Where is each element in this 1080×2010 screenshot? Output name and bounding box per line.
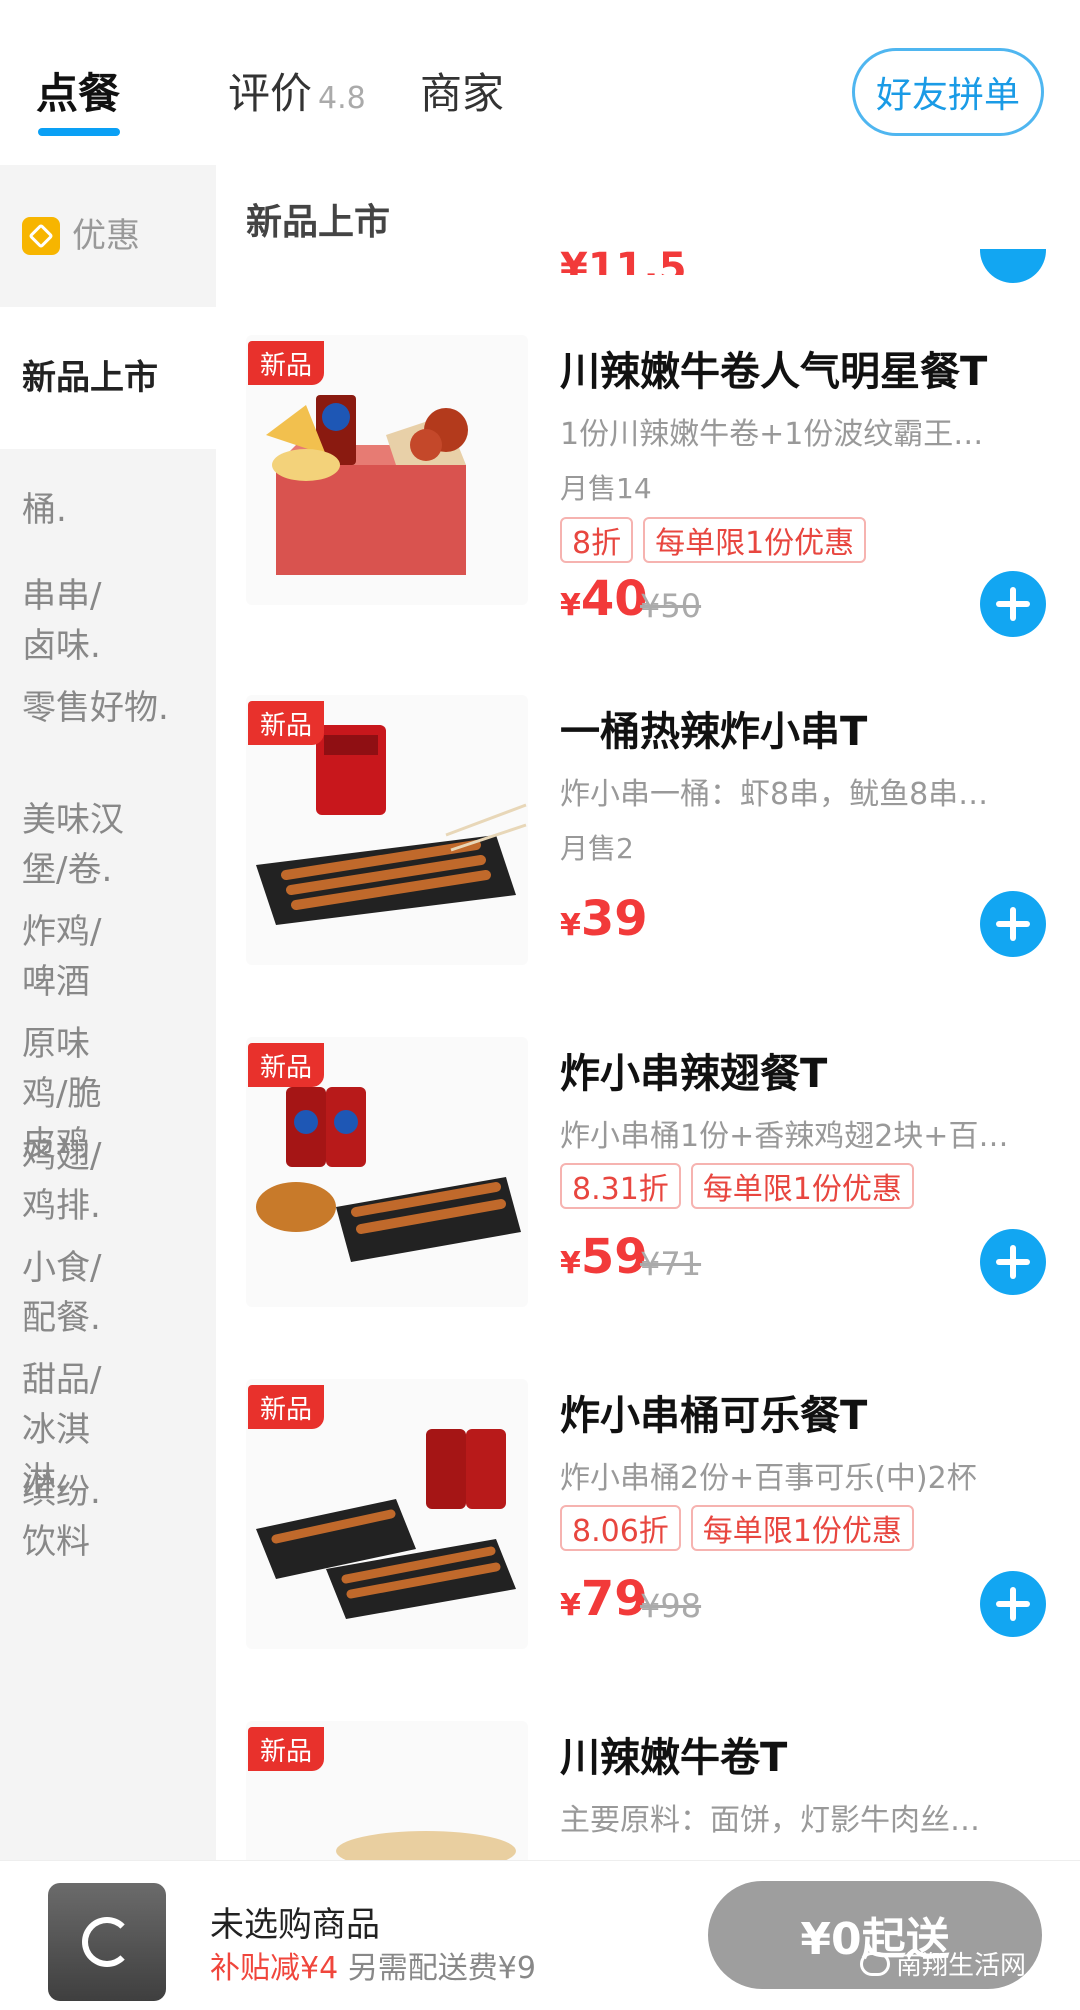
product-item[interactable]: 新品 炸小串辣翅餐T 炸小串桶1份+香辣鸡翅2块+百… 8.31折 每单限1份优… [216,1037,1080,1379]
sidebar-item-drinks[interactable]: 缤纷.饮料 [0,1457,150,1569]
product-list: 新品上市 ¥11.5 新品 川辣嫩牛卷人气明星餐T 1份川辣嫩牛卷+1份波纹霸王… [216,165,1080,1860]
product-item[interactable]: 新品 炸小串桶可乐餐T 炸小串桶2份+百事可乐(中)2杯 8.06折 每单限1份… [216,1379,1080,1721]
sidebar-item-burgers[interactable]: 美味汉堡/卷. [0,785,150,897]
add-to-cart-button[interactable] [980,1571,1046,1637]
product-description: 炸小串桶1份+香辣鸡翅2块+百… [560,1119,1009,1154]
new-badge: 新品 [248,701,324,745]
product-price: ¥79 [560,1571,648,1627]
group-order-button[interactable]: 好友拼单 [852,48,1044,136]
rating-score: 4.8 [318,81,366,116]
category-sidebar: 优惠 新品上市 桶. 串串/卤味. 零售好物. 美味汉堡/卷. 炸鸡/啤酒 原味… [0,165,216,1860]
tag-icon [22,217,60,255]
original-price: ¥98 [640,1587,702,1625]
new-badge: 新品 [248,1727,324,1771]
cart-status: 未选购商品 [210,1905,380,1945]
new-badge: 新品 [248,1385,324,1429]
discount-tag: 8.31折 [560,1163,681,1209]
sidebar-item-desserts[interactable]: 甜品/冰淇淋. [0,1345,150,1500]
tab-reviews[interactable]: 评价 4.8 [228,60,366,121]
monthly-sales: 月售14 [560,472,652,505]
product-name: 炸小串桶可乐餐T [560,1393,868,1439]
sidebar-item-original-chicken[interactable]: 原味鸡/脆皮鸡 [0,1009,150,1164]
sidebar-item-bucket[interactable]: 桶. [0,449,216,561]
product-item[interactable]: 新品 川辣嫩牛卷T 主要原料：面饼，灯影牛肉丝… [216,1721,1080,1860]
add-to-cart-button[interactable] [980,891,1046,957]
sidebar-item-retail[interactable]: 零售好物. [0,673,216,785]
previous-add-button[interactable] [980,249,1046,283]
sidebar-item-new-arrivals[interactable]: 新品上市 [0,307,216,449]
product-item[interactable]: 新品 一桶热辣炸小串T 炸小串一桶：虾8串，鱿鱼8串… 月售2 ¥39 [216,695,1080,1037]
cart-bar: 未选购商品 补贴减¥4 另需配送费¥9 ¥0起送 南翔生活网 [0,1860,1080,2010]
product-item[interactable]: 新品 川辣嫩牛卷人气明星餐T 1份川辣嫩牛卷+1份波纹霸王… 月售14 8折 每… [216,335,1080,677]
sidebar-item-chicken-beer[interactable]: 炸鸡/啤酒 [0,897,150,1009]
sidebar-item-skewers[interactable]: 串串/卤味. [0,561,150,673]
discount-tag: 8.06折 [560,1505,681,1551]
original-price: ¥50 [640,587,702,625]
delivery-fee-text: 另需配送费¥9 [347,1951,536,1986]
section-title: 新品上市 [246,202,391,243]
product-name: 川辣嫩牛卷T [560,1735,788,1781]
sidebar-item-snacks[interactable]: 小食/配餐. [0,1233,150,1345]
product-name: 川辣嫩牛卷人气明星餐T [560,349,988,395]
product-description: 主要原料：面饼，灯影牛肉丝… [560,1803,980,1838]
original-price: ¥71 [640,1245,702,1283]
new-badge: 新品 [248,1043,324,1087]
add-to-cart-button[interactable] [980,1229,1046,1295]
product-description: 炸小串桶2份+百事可乐(中)2杯 [560,1461,977,1496]
limit-tag: 每单限1份优惠 [690,1163,914,1209]
product-price: ¥39 [560,891,648,947]
limit-tag: 每单限1份优惠 [690,1505,914,1551]
shopping-cart-icon[interactable] [48,1883,166,2001]
product-description: 1份川辣嫩牛卷+1份波纹霸王… [560,417,984,452]
promo-tags: 8.31折 每单限1份优惠 [560,1163,914,1209]
tab-reviews-label: 评价 [228,69,313,118]
promo-tags: 8.06折 每单限1份优惠 [560,1505,914,1551]
sidebar-item-label: 优惠 [72,216,140,256]
active-tab-indicator [38,128,120,136]
limit-tag: 每单限1份优惠 [643,517,867,563]
monthly-sales: 月售2 [560,832,634,865]
product-name: 炸小串辣翅餐T [560,1051,828,1097]
watermark: 南翔生活网 [860,1945,1026,1982]
product-price: ¥59 [560,1229,648,1285]
previous-item-price: ¥11.5 [560,245,687,275]
delivery-info: 补贴减¥4 另需配送费¥9 [210,1943,536,1987]
add-to-cart-button[interactable] [980,571,1046,637]
promo-tags: 8折 每单限1份优惠 [560,517,867,563]
sidebar-item-wings[interactable]: 鸡翅/鸡排. [0,1121,150,1233]
new-badge: 新品 [248,341,324,385]
tab-order[interactable]: 点餐 [36,60,120,121]
subsidy-text: 补贴减¥4 [210,1951,339,1986]
sidebar-item-promo[interactable]: 优惠 [0,165,216,307]
product-price: ¥40 [560,571,648,627]
discount-tag: 8折 [560,517,634,563]
wechat-icon [860,1951,890,1976]
tab-merchant[interactable]: 商家 [420,60,504,121]
product-name: 一桶热辣炸小串T [560,709,868,755]
top-tab-bar: 点餐 评价 4.8 商家 好友拼单 [0,0,1080,165]
product-description: 炸小串一桶：虾8串，鱿鱼8串… [560,777,989,812]
